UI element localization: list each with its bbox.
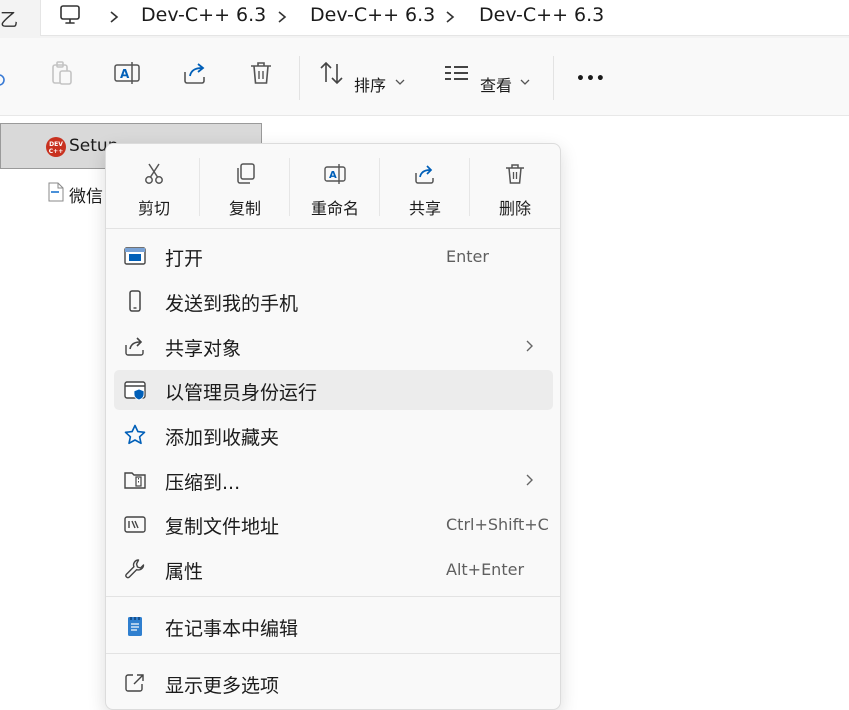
menu-item-share-with[interactable]: 共享对象 xyxy=(114,326,553,366)
copy-icon xyxy=(237,163,255,184)
wrench-icon xyxy=(125,559,145,579)
document-icon xyxy=(48,182,64,202)
menu-item-label: 添加到收藏夹 xyxy=(165,427,280,449)
file-name[interactable]: 微信 xyxy=(69,182,103,207)
chevron-right-icon[interactable] xyxy=(106,7,122,27)
menu-item-label: 在记事本中编辑 xyxy=(165,618,299,640)
share-label: 共享 xyxy=(408,199,441,218)
shortcut-text: Alt+Enter xyxy=(446,560,525,579)
notepad-icon xyxy=(128,617,142,636)
menu-item-label: 显示更多选项 xyxy=(165,675,280,697)
menu-item-label: 共享对象 xyxy=(165,338,242,360)
svg-text:A: A xyxy=(120,67,130,81)
address-cut-text: 乙 xyxy=(0,10,18,31)
breadcrumb[interactable]: Dev-C++ 6.3 Dev-C++ 6.3 Dev-C++ 6.3 xyxy=(40,0,849,36)
sort-button[interactable]: 排序 xyxy=(354,72,386,96)
svg-text:DEV: DEV xyxy=(49,141,63,148)
copy-button[interactable]: 复制 xyxy=(200,144,290,228)
cut-button[interactable]: 剪切 xyxy=(110,144,198,228)
menu-item-label: 以管理员身份运行 xyxy=(165,382,318,404)
menu-item-compress-to[interactable]: 压缩到... xyxy=(114,460,553,500)
menu-item-label: 压缩到... xyxy=(165,472,241,494)
chevron-right-icon[interactable] xyxy=(442,7,458,27)
address-bar: 乙 Dev-C++ 6.3 Dev-C++ 6.3 Dev-C++ 6.3 xyxy=(0,0,849,38)
breadcrumb-item[interactable]: Dev-C++ 6.3 xyxy=(479,4,604,26)
menu-item-open[interactable]: 打开 Enter xyxy=(114,236,553,276)
command-bar: A 排序 查看 ••• xyxy=(0,38,849,116)
context-menu: 剪切 复制 A 重命名 共享 删除 打开 Enter 发送到我的手机 共享对象 … xyxy=(105,143,561,710)
delete-label: 删除 xyxy=(498,199,531,218)
breadcrumb-item[interactable]: Dev-C++ 6.3 xyxy=(141,4,266,26)
rename-button[interactable]: A 重命名 xyxy=(290,144,380,228)
menu-item-edit-in-notepad[interactable]: 在记事本中编辑 xyxy=(114,606,553,646)
view-button[interactable]: 查看 xyxy=(480,72,512,96)
share-button[interactable]: 共享 xyxy=(380,144,470,228)
new-item-icon[interactable] xyxy=(0,73,6,87)
menu-item-properties[interactable]: 属性 Alt+Enter xyxy=(114,549,553,589)
menu-item-label: 属性 xyxy=(165,561,204,583)
copy-path-icon xyxy=(124,516,146,533)
svg-text:A: A xyxy=(329,170,337,181)
phone-icon xyxy=(129,290,141,312)
cut-icon xyxy=(145,163,163,184)
menu-separator xyxy=(106,596,560,597)
view-icon[interactable] xyxy=(442,58,472,88)
rename-icon: A xyxy=(324,164,346,184)
more-options-button[interactable]: ••• xyxy=(576,71,606,87)
menu-separator xyxy=(106,228,560,229)
svg-text:C++: C++ xyxy=(49,148,63,155)
delete-icon xyxy=(506,164,524,184)
show-more-icon xyxy=(125,674,144,692)
zip-folder-icon xyxy=(124,472,146,489)
menu-item-add-to-favorites[interactable]: 添加到收藏夹 xyxy=(114,415,553,455)
share-icon xyxy=(125,337,144,356)
menu-item-label: 复制文件地址 xyxy=(165,516,280,538)
breadcrumb-item[interactable]: Dev-C++ 6.3 xyxy=(310,4,435,26)
delete-icon[interactable] xyxy=(246,58,276,88)
star-icon xyxy=(124,424,146,445)
share-icon[interactable] xyxy=(180,58,210,88)
chevron-down-icon[interactable] xyxy=(395,78,405,86)
chevron-right-icon xyxy=(526,474,533,486)
open-window-icon xyxy=(124,247,146,265)
menu-item-label: 打开 xyxy=(165,248,204,270)
rename-icon[interactable]: A xyxy=(112,58,142,88)
dev-cpp-icon: DEV C++ xyxy=(46,137,66,157)
chevron-down-icon[interactable] xyxy=(520,78,530,86)
menu-item-show-more-options[interactable]: 显示更多选项 xyxy=(114,663,553,703)
rename-label: 重命名 xyxy=(310,199,359,218)
command-separator xyxy=(553,56,554,100)
copy-label: 复制 xyxy=(228,199,261,218)
menu-item-label: 发送到我的手机 xyxy=(165,293,299,315)
shield-icon xyxy=(124,381,146,401)
menu-separator xyxy=(106,653,560,654)
sort-icon[interactable] xyxy=(317,58,347,88)
menu-item-run-as-admin[interactable]: 以管理员身份运行 xyxy=(114,370,553,410)
shortcut-text: Enter xyxy=(446,247,489,266)
shortcut-text: Ctrl+Shift+C xyxy=(446,515,549,534)
this-pc-icon[interactable] xyxy=(59,4,81,26)
paste-icon[interactable] xyxy=(47,58,77,88)
delete-button[interactable]: 删除 xyxy=(470,144,560,228)
chevron-right-icon[interactable] xyxy=(274,7,290,27)
cut-label: 剪切 xyxy=(137,199,170,218)
chevron-right-icon xyxy=(526,340,533,352)
share-icon xyxy=(415,165,434,184)
command-separator xyxy=(299,56,300,100)
menu-item-send-to-phone[interactable]: 发送到我的手机 xyxy=(114,281,553,321)
menu-item-copy-path[interactable]: 复制文件地址 Ctrl+Shift+C xyxy=(114,504,553,544)
